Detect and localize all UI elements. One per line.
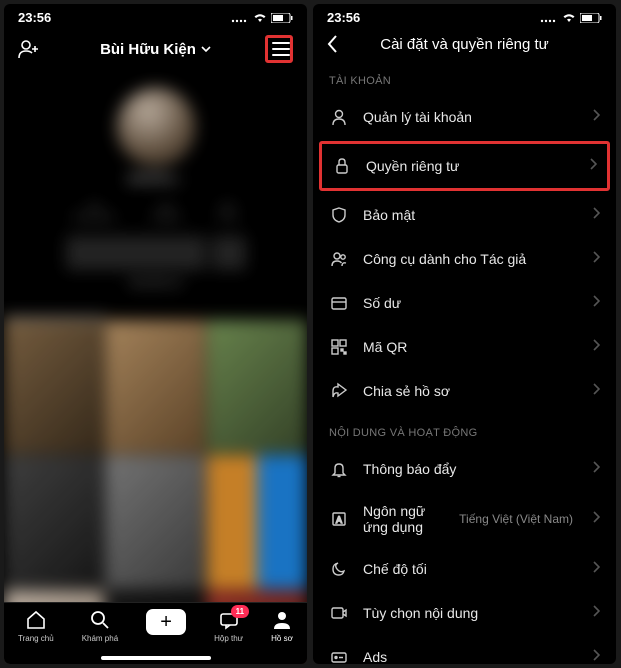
profile-content-blurred: @buihuu... —Đang follow —Follower —Thích… bbox=[4, 71, 307, 664]
row-qr[interactable]: Mã QR bbox=[313, 325, 616, 369]
moon-icon bbox=[329, 559, 349, 579]
person-icon bbox=[329, 107, 349, 127]
edit-profile-button bbox=[66, 236, 206, 270]
stats-row: —Đang follow —Follower —Thích bbox=[4, 199, 307, 222]
settings-list: TÀI KHOẢN Quản lý tài khoản Quyền riêng … bbox=[313, 61, 616, 664]
row-language[interactable]: A Ngôn ngữ ứng dụng Tiếng Việt (Việt Nam… bbox=[313, 491, 616, 547]
nav-inbox[interactable]: 11 Hộp thư bbox=[214, 609, 243, 643]
nav-profile[interactable]: Hồ sơ bbox=[271, 609, 293, 643]
language-icon: A bbox=[329, 509, 349, 529]
row-label: Thông báo đẩy bbox=[363, 461, 579, 477]
chevron-right-icon bbox=[593, 382, 600, 400]
status-time: 23:56 bbox=[18, 10, 51, 25]
people-icon bbox=[329, 249, 349, 269]
profile-name-dropdown[interactable]: Bùi Hữu Kiện bbox=[100, 41, 211, 58]
section-account: TÀI KHOẢN bbox=[313, 61, 616, 95]
chevron-right-icon bbox=[590, 157, 597, 175]
chevron-right-icon bbox=[593, 560, 600, 578]
status-icons bbox=[540, 13, 602, 23]
row-label: Ngôn ngữ ứng dụng bbox=[363, 503, 445, 535]
add-friend-button[interactable] bbox=[18, 38, 46, 60]
chevron-right-icon bbox=[593, 604, 600, 622]
search-icon bbox=[89, 609, 111, 631]
section-content: NỘI DUNG VÀ HOẠT ĐỘNG bbox=[313, 413, 616, 447]
status-bar: 23:56 bbox=[313, 4, 616, 27]
phone-settings-screen: 23:56 Cài đặt và quyền riêng tư TÀI KHOẢ… bbox=[313, 4, 616, 664]
row-balance[interactable]: Số dư bbox=[313, 281, 616, 325]
chevron-right-icon bbox=[593, 294, 600, 312]
home-indicator bbox=[101, 656, 211, 660]
settings-title: Cài đặt và quyền riêng tư bbox=[380, 36, 548, 53]
profile-icon bbox=[271, 609, 293, 631]
row-push-notifications[interactable]: Thông báo đẩy bbox=[313, 447, 616, 491]
row-label: Chia sẻ hồ sơ bbox=[363, 383, 579, 399]
status-icons bbox=[231, 13, 293, 23]
nav-profile-label: Hồ sơ bbox=[271, 634, 293, 643]
row-label: Ads bbox=[363, 649, 579, 664]
row-value: Tiếng Việt (Việt Nam) bbox=[459, 512, 573, 526]
nav-inbox-label: Hộp thư bbox=[214, 634, 243, 643]
home-icon bbox=[25, 609, 47, 631]
phone-profile-screen: 23:56 Bùi Hữu Kiện @buihuu... —Đang foll… bbox=[4, 4, 307, 664]
username-handle: @buihuu... bbox=[4, 173, 307, 185]
row-share[interactable]: Chia sẻ hồ sơ bbox=[313, 369, 616, 413]
chevron-right-icon bbox=[593, 108, 600, 126]
wifi-icon bbox=[253, 13, 267, 23]
chevron-right-icon bbox=[593, 510, 600, 528]
row-privacy-highlighted[interactable]: Quyền riêng tư bbox=[319, 141, 610, 191]
create-icon: + bbox=[146, 609, 186, 635]
chevron-right-icon bbox=[593, 648, 600, 664]
wallet-icon bbox=[329, 293, 349, 313]
signal-dots-icon bbox=[540, 13, 558, 23]
hamburger-icon bbox=[272, 42, 290, 56]
qr-icon bbox=[329, 337, 349, 357]
lock-icon bbox=[332, 156, 352, 176]
row-creator-tools[interactable]: Công cụ dành cho Tác giả bbox=[313, 237, 616, 281]
bookmark-button bbox=[212, 236, 246, 270]
signal-dots-icon bbox=[231, 13, 249, 23]
chevron-right-icon bbox=[593, 250, 600, 268]
battery-icon bbox=[271, 13, 293, 23]
avatar bbox=[116, 87, 196, 167]
ads-icon bbox=[329, 647, 349, 664]
menu-button-highlighted[interactable] bbox=[265, 35, 293, 63]
row-label: Quản lý tài khoản bbox=[363, 109, 579, 125]
row-label: Quyền riêng tư bbox=[366, 158, 576, 174]
nav-discover[interactable]: Khám phá bbox=[82, 609, 118, 643]
bell-icon bbox=[329, 459, 349, 479]
chevron-right-icon bbox=[593, 206, 600, 224]
chevron-right-icon bbox=[593, 460, 600, 478]
profile-header: Bùi Hữu Kiện bbox=[4, 27, 307, 71]
profile-name: Bùi Hữu Kiện bbox=[100, 41, 196, 58]
row-label: Bảo mật bbox=[363, 207, 579, 223]
settings-header: Cài đặt và quyền riêng tư bbox=[313, 27, 616, 61]
row-manage-account[interactable]: Quản lý tài khoản bbox=[313, 95, 616, 139]
row-ads[interactable]: Ads bbox=[313, 635, 616, 664]
row-label: Công cụ dành cho Tác giả bbox=[363, 251, 579, 267]
row-content-pref[interactable]: Tùy chọn nội dung bbox=[313, 591, 616, 635]
nav-create[interactable]: + bbox=[146, 609, 186, 635]
svg-text:A: A bbox=[336, 515, 342, 525]
row-security[interactable]: Bảo mật bbox=[313, 193, 616, 237]
inbox-badge: 11 bbox=[231, 605, 249, 618]
row-dark-mode[interactable]: Chế độ tối bbox=[313, 547, 616, 591]
chevron-down-icon bbox=[201, 46, 211, 52]
status-bar: 23:56 bbox=[4, 4, 307, 27]
row-label: Tùy chọn nội dung bbox=[363, 605, 579, 621]
wifi-icon bbox=[562, 13, 576, 23]
bottom-nav: Trang chủ Khám phá + 11 Hộp thư Hồ sơ bbox=[4, 602, 307, 664]
nav-home[interactable]: Trang chủ bbox=[18, 609, 54, 643]
row-label: Chế độ tối bbox=[363, 561, 579, 577]
shield-icon bbox=[329, 205, 349, 225]
battery-icon bbox=[580, 13, 602, 23]
share-icon bbox=[329, 381, 349, 401]
status-time: 23:56 bbox=[327, 10, 360, 25]
back-button[interactable] bbox=[327, 35, 355, 53]
chevron-right-icon bbox=[593, 338, 600, 356]
row-label: Mã QR bbox=[363, 339, 579, 355]
nav-home-label: Trang chủ bbox=[18, 634, 54, 643]
row-label: Số dư bbox=[363, 295, 579, 311]
video-icon bbox=[329, 603, 349, 623]
nav-discover-label: Khám phá bbox=[82, 634, 118, 643]
